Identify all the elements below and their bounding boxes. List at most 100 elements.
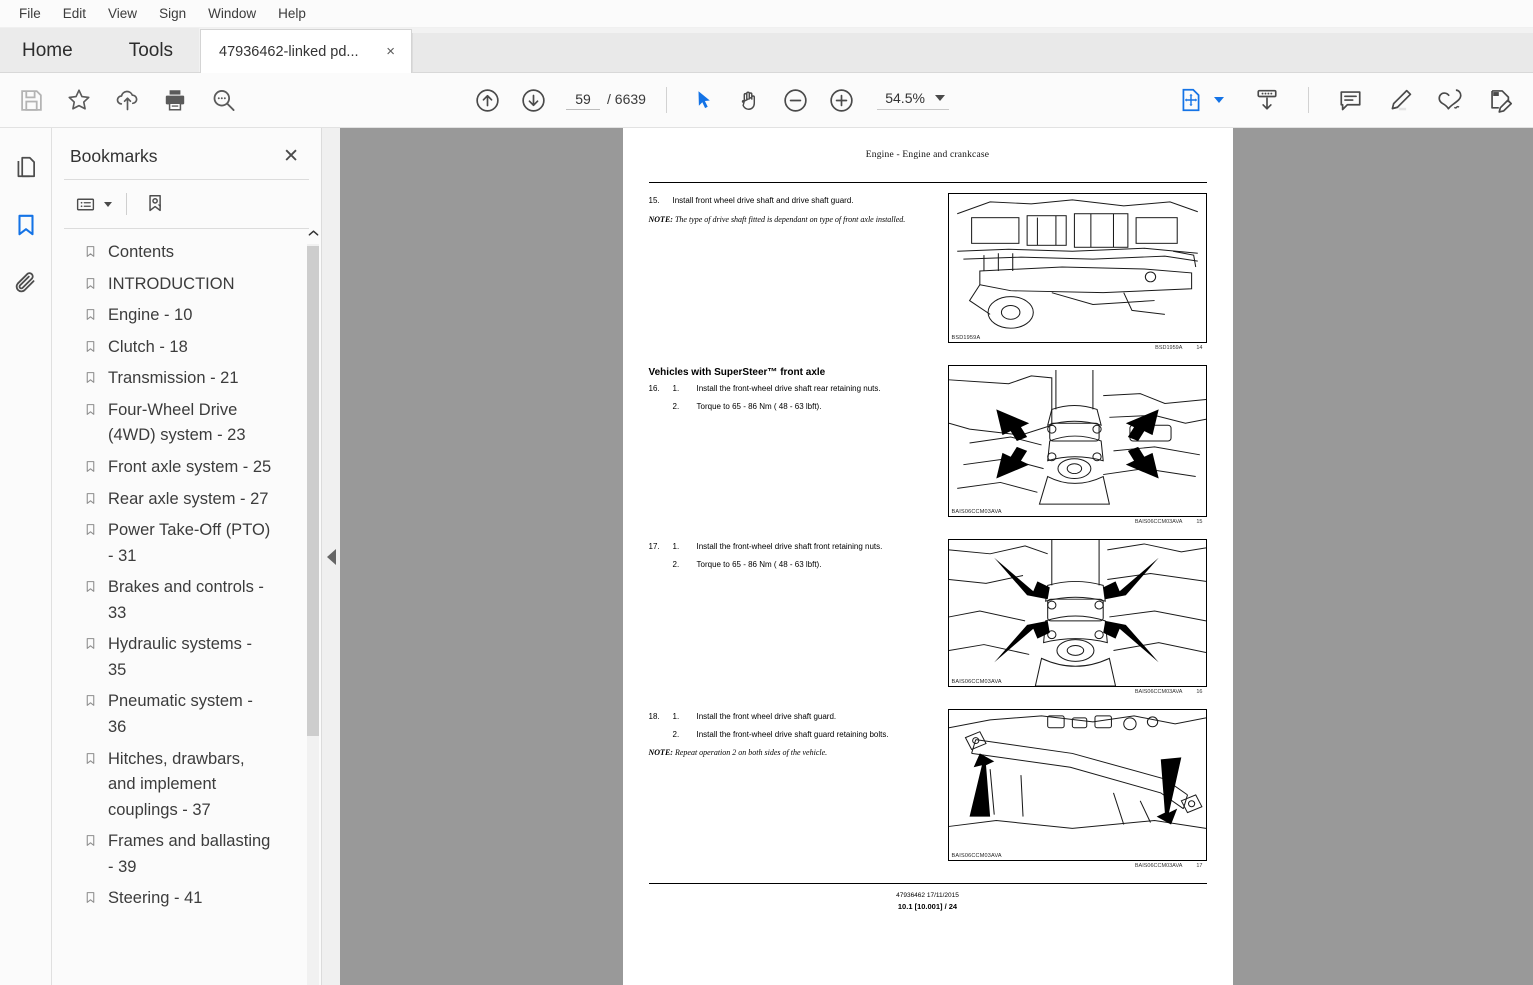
zoom-in-button[interactable]: [825, 83, 859, 117]
page-thumbnails-icon[interactable]: [9, 150, 43, 184]
figure-15: BAIS06CCM03AVA BAIS06CCM03AVA 15: [947, 365, 1207, 525]
document-block-16: Vehicles with SuperSteer™ front axle 16.…: [649, 365, 1207, 525]
menu-item-sign[interactable]: Sign: [148, 3, 197, 24]
menu-item-edit[interactable]: Edit: [52, 3, 97, 24]
list-item[interactable]: Frames and ballasting - 39: [52, 826, 321, 883]
save-icon[interactable]: [14, 83, 48, 117]
zoom-search-icon[interactable]: [206, 83, 240, 117]
bookmark-label: Steering - 41: [108, 889, 203, 908]
comment-icon[interactable]: [1333, 83, 1367, 117]
step-number: 18.: [648, 712, 660, 721]
scroll-up-icon[interactable]: [307, 224, 319, 242]
pdf-reader-window: File Edit View Sign Window Help Home Too…: [0, 0, 1533, 985]
close-panel-icon[interactable]: ✕: [281, 147, 301, 166]
chevron-down-icon[interactable]: [934, 95, 945, 101]
bookmark-label: Transmission - 21: [108, 369, 239, 388]
list-item[interactable]: Pneumatic system - 36: [52, 686, 321, 743]
bookmarks-icon[interactable]: [9, 208, 43, 242]
bookmark-icon: [84, 522, 98, 542]
new-bookmark-icon[interactable]: [141, 190, 171, 218]
bookmarks-list[interactable]: Contents INTRODUCTION Engine - 10 Clutch…: [52, 229, 321, 985]
note-text: The type of drive shaft fitted is depend…: [672, 214, 906, 224]
substep-number: 2.: [672, 559, 680, 569]
list-item[interactable]: Steering - 41: [52, 883, 321, 915]
bookmark-icon: [84, 459, 98, 479]
print-icon[interactable]: [158, 83, 192, 117]
next-page-button[interactable]: [516, 83, 550, 117]
close-tab-icon[interactable]: ×: [382, 42, 399, 61]
fill-and-sign-icon[interactable]: [1483, 83, 1517, 117]
bookmarks-scrollbar[interactable]: [307, 224, 319, 985]
bookmark-label: Front axle system - 25: [108, 457, 272, 476]
hand-icon[interactable]: [733, 83, 767, 117]
figure-14: BSD1959A BSD1959A 14: [947, 193, 1207, 351]
list-item[interactable]: INTRODUCTION: [52, 269, 321, 301]
list-item[interactable]: Clutch - 18: [52, 332, 321, 364]
highlight-pen-icon[interactable]: [1383, 83, 1417, 117]
substep-text: Install the front wheel drive shaft guar…: [696, 712, 837, 721]
figure-16: BAIS06CCM03AVA BAIS06CCM03AVA 16: [947, 539, 1207, 695]
list-item[interactable]: Brakes and controls - 33: [52, 572, 321, 629]
list-item[interactable]: Contents: [52, 237, 321, 269]
download-icon[interactable]: [1250, 83, 1284, 117]
note-label: NOTE:: [648, 748, 673, 758]
bookmark-label: Contents: [108, 243, 175, 261]
cursor-arrow-icon[interactable]: [687, 83, 721, 117]
zoom-out-button[interactable]: [779, 83, 813, 117]
menu-item-file[interactable]: File: [8, 3, 52, 24]
footer-section-id: 10.1 [10.001] / 24: [897, 901, 958, 911]
bookmark-label: Power Take-Off (PTO) - 31: [108, 521, 271, 565]
side-rail: [0, 128, 52, 985]
panel-toolbar-separator: [126, 193, 127, 215]
previous-page-button[interactable]: [470, 83, 504, 117]
toolbar-separator-right: [1308, 87, 1309, 113]
menu-item-window[interactable]: Window: [197, 3, 267, 24]
substep-text: Install the front-wheel drive shaft rear…: [696, 384, 881, 393]
fit-page-dropdown-icon[interactable]: [1214, 97, 1224, 103]
tab-tools[interactable]: Tools: [102, 28, 200, 73]
document-viewport[interactable]: Engine - Engine and crankcase 15. Instal…: [322, 128, 1533, 985]
page-number-input[interactable]: [566, 90, 600, 110]
menu-item-view[interactable]: View: [97, 3, 148, 24]
fit-page-icon[interactable]: [1174, 83, 1208, 117]
step-number-spacer: [649, 559, 665, 571]
bookmark-label: INTRODUCTION: [108, 274, 235, 293]
sign-pen-icon[interactable]: [1433, 83, 1467, 117]
main-toolbar: / 6639: [0, 73, 1533, 128]
collapse-panel-handle[interactable]: [322, 128, 340, 985]
zoom-level-control[interactable]: 54.5%: [876, 90, 949, 110]
menu-item-help[interactable]: Help: [267, 3, 317, 24]
bookmark-label: Hitches, drawbars, and implement couplin…: [108, 749, 245, 819]
list-item[interactable]: Engine - 10: [52, 300, 321, 332]
bookmark-icon: [84, 751, 98, 771]
tab-home[interactable]: Home: [0, 28, 103, 73]
figure-code-stamp: BAIS06CCM03AVA: [951, 509, 1002, 515]
cloud-upload-icon[interactable]: [110, 83, 144, 117]
list-item[interactable]: Rear axle system - 27: [52, 484, 321, 516]
bookmark-icon: [84, 307, 98, 327]
list-item[interactable]: Power Take-Off (PTO) - 31: [52, 515, 321, 572]
bookmark-label: Engine - 10: [108, 306, 193, 325]
bookmark-options-chevron-icon[interactable]: [104, 201, 112, 207]
list-item[interactable]: Hydraulic systems - 35: [52, 629, 321, 686]
attachments-icon[interactable]: [9, 266, 43, 300]
figure-code-stamp: BAIS06CCM03AVA: [951, 679, 1002, 685]
figure-caption: BAIS06CCM03AVA 16: [948, 687, 1207, 695]
substep-number: 1.: [672, 712, 680, 721]
list-options-icon[interactable]: [70, 190, 100, 218]
bookmarks-panel: Bookmarks ✕ Contents INTRODUCTION Engine…: [52, 128, 322, 985]
bookmark-label: Four-Wheel Drive (4WD) system - 23: [108, 400, 246, 445]
list-item[interactable]: Front axle system - 25: [52, 452, 321, 484]
header-rule: [648, 182, 1207, 183]
star-icon[interactable]: [62, 83, 96, 117]
step-row: 18. 1. Install the front wheel drive sha…: [649, 711, 934, 723]
substep-text: Install the front-wheel drive shaft fron…: [696, 542, 883, 551]
bookmark-icon: [84, 833, 98, 853]
list-item[interactable]: Transmission - 21: [52, 363, 321, 395]
step-number-spacer: [649, 401, 665, 413]
list-item[interactable]: Hitches, drawbars, and implement couplin…: [52, 744, 321, 827]
scrollbar-thumb[interactable]: [307, 246, 319, 736]
step-number: 16.: [648, 384, 660, 393]
tab-document[interactable]: 47936462-linked pd... ×: [200, 29, 413, 73]
list-item[interactable]: Four-Wheel Drive (4WD) system - 23: [52, 395, 321, 452]
